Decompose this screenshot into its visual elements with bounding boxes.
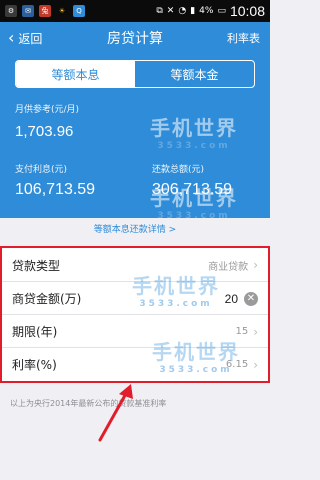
watermark: 手机世界 3533.com (132, 274, 220, 309)
monthly-payment-label: 月供参考(元/月) (15, 105, 80, 115)
chevron-right-icon: › (253, 357, 258, 372)
loan-term-label: 期限(年) (12, 325, 58, 339)
total-repayment-label: 还款总额(元) (152, 165, 205, 175)
repayment-method-tabs: 等额本息 等额本金 (15, 60, 255, 88)
status-bar: ⚙ ✉ 兔 ☀ Q ⧉ ✕ ◔ ▮ 4% ▭ 10:08 (0, 0, 270, 22)
watermark: 手机世界 3533.com (150, 186, 238, 221)
loan-type-label: 贷款类型 (12, 258, 61, 273)
repayment-detail-link[interactable]: 等额本息还款详情 > (0, 222, 270, 235)
monthly-payment-value: 1,703.96 (15, 123, 74, 140)
tab-equal-principal[interactable]: 等额本金 (135, 61, 254, 87)
summary-panel: 等额本息 等额本金 月供参考(元/月) 1,703.96 支付利息(元) 106… (0, 54, 270, 221)
interest-value: 106,713.59 (15, 181, 96, 198)
rate-table-button[interactable]: 利率表 (227, 30, 270, 46)
qq-icon: Q (73, 5, 85, 17)
signal-icon: ▮ (190, 6, 196, 16)
back-label: 返回 (18, 31, 43, 46)
chevron-right-icon: › (253, 324, 258, 339)
battery-icon: ▭ (217, 6, 226, 16)
watermark: 手机世界 3533.com (152, 340, 240, 375)
loan-amount-label: 商贷金额(万) (12, 292, 82, 306)
notification-icons: ⚙ ✉ 兔 ☀ Q (5, 5, 85, 17)
clear-icon[interactable]: ✕ (244, 291, 258, 306)
app-icon: 兔 (39, 5, 51, 17)
tab-equal-installment[interactable]: 等额本息 (16, 61, 135, 87)
chevron-right-icon: › (253, 258, 258, 272)
status-right: ⧉ ✕ ◔ ▮ 4% ▭ 10:08 (156, 3, 265, 19)
chevron-left-icon: ‹ (8, 28, 15, 47)
weather-icon: ☀ (58, 7, 66, 15)
interest-rate-label: 利率(%) (12, 358, 57, 372)
settings-icon: ⚙ (5, 5, 17, 17)
mute-icon: ✕ (166, 6, 175, 16)
clock: 10:08 (229, 3, 265, 19)
wifi-icon: ◔ (178, 6, 187, 16)
app-header: ‹ 返回 房贷计算 利率表 (0, 22, 270, 54)
back-button[interactable]: ‹ 返回 (0, 30, 42, 47)
loan-form: 贷款类型 商业贷款 › 商贷金额(万) ✕ 期限(年) 15 › 利率(%) 6… (0, 246, 270, 383)
interest-label: 支付利息(元) (15, 165, 68, 175)
vibrate-icon: ⧉ (156, 6, 163, 16)
battery-percent: 4% (199, 6, 214, 16)
notification-icon: ✉ (22, 5, 34, 17)
rate-footnote: 以上为央行2014年最新公布的贷款基准利率 (10, 399, 167, 408)
watermark: 手机世界 3533.com (150, 116, 238, 151)
